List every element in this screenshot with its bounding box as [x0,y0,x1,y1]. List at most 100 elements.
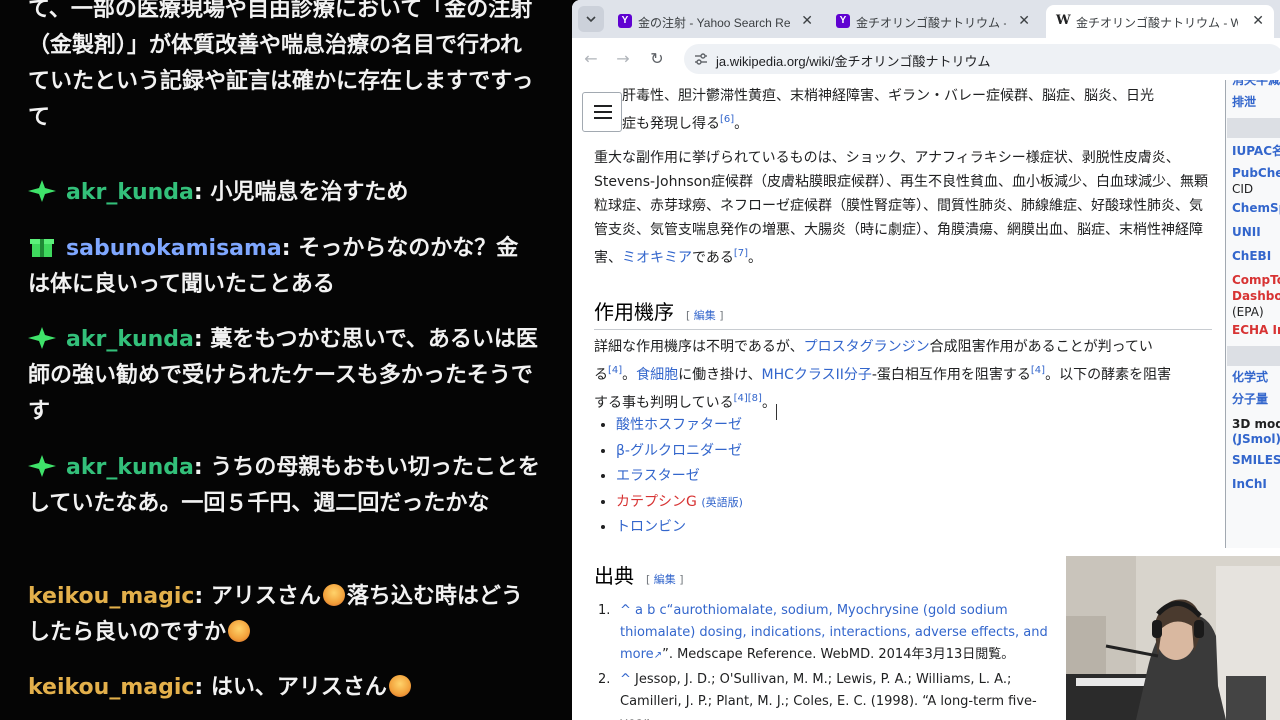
browser-toolbar: ← → ↻ ja.wikipedia.org/wiki/金チオリンゴ酸ナトリウム [572,38,1280,80]
infobox-label[interactable]: SMILES [1232,452,1280,468]
reference-backlink[interactable]: ^ a b c [620,603,667,618]
infobox-label[interactable]: IUPAC名 [1232,143,1280,159]
infobox-label[interactable]: 消失半減期 [1232,80,1280,88]
chat-message: て、一部の医療現場や自由診療において「金の注射（金製剤）」が体質改善や喘息治療の… [28,0,540,136]
crying-face-emoji-icon [322,584,345,606]
enzyme-link[interactable]: トロンビン [616,519,686,535]
list-item: 酸性ホスファターゼ [616,413,743,439]
chat-panel: て、一部の医療現場や自由診療において「金の注射（金製剤）」が体質改善や喘息治療の… [0,0,572,720]
infobox-divider [1227,346,1280,366]
chat-message-text: 小児喘息を治すため [202,180,409,205]
close-tab-icon[interactable]: ✕ [801,12,813,29]
citation-link[interactable]: [4] [1031,365,1045,376]
link-myokymia[interactable]: ミオキミア [622,250,692,266]
forward-arrow-icon[interactable]: → [612,48,634,70]
chat-username[interactable]: akr_kunda [66,327,194,352]
chat-separator: : [193,455,203,480]
heading-text: 作用機序 [594,300,674,324]
close-tab-icon[interactable]: ✕ [1252,12,1264,29]
edit-section-link[interactable]: 編集 [654,573,676,586]
chat-username[interactable]: keikou_magic [28,584,194,609]
text: -蛋白相互作用を阻害する [871,367,1031,383]
infobox-label[interactable]: 化学式 [1232,369,1268,385]
chat-username[interactable]: akr_kunda [66,455,194,480]
infobox-label[interactable]: ChEBI [1232,248,1271,264]
list-item: トロンビン [616,515,743,541]
reference-backlink[interactable]: ^ [620,672,631,687]
enzyme-link[interactable]: エラスターゼ [616,468,700,484]
infobox-label[interactable]: InChI [1232,476,1267,492]
section-heading-references: 出典[ 編集 ] [594,564,684,588]
chat-message: keikou_magic: アリスさん 落ち込む時はどうしたら良いのですか [28,579,540,651]
chat-username[interactable]: keikou_magic [28,675,194,700]
list-item: エラスターゼ [616,464,743,490]
address-bar[interactable]: ja.wikipedia.org/wiki/金チオリンゴ酸ナトリウム [684,44,1280,74]
webcam-overlay [1066,556,1280,720]
list-item: カテプシンG (英語版) [616,490,743,516]
sparkle-badge-icon [28,180,56,202]
infobox-divider [1227,118,1280,138]
reference-text: ”. Medscape Reference. WebMD. 2014年3月13日… [662,647,1015,662]
enzyme-link[interactable]: 酸性ホスファターゼ [616,417,742,433]
reference-item: 1. ^ a b c“aurothiomalate, sodium, Myochr… [598,603,1048,662]
tab-strip: Y 金の注射 - Yahoo Search Result ✕ Y 金チオリンゴ酸… [572,0,1280,38]
chat-message-text: て、一部の医療現場や自由診療において「金の注射（金製剤）」が体質改善や喘息治療の… [28,0,534,130]
reload-icon[interactable]: ↻ [646,48,668,70]
text: る [594,367,608,383]
link-phagocyte[interactable]: 食細胞 [636,367,678,383]
infobox: 消失半減期 排泄 IUPAC名 PubChem CID ChemSpider U… [1225,80,1280,548]
infobox-label[interactable]: ChemSpider [1232,200,1280,216]
infobox-label[interactable]: PubChem [1232,165,1280,181]
infobox-label: CID [1232,182,1254,196]
text: 重大な副作用に挙げられているものは、ショック、アナフィラキシー様症状、剥脱性皮膚… [594,150,1209,266]
infobox-label[interactable]: UNII [1232,224,1261,240]
paragraph-mechanism: 詳細な作用機序は不明であるが、プロスタグランジン合成阻害作用があることが判ってい… [594,339,1172,411]
chat-message: akr_kunda: 藁をもつかむ思いで、あるいは医師の強い勧めで受けられたケー… [28,322,540,430]
text: 肝毒性、胆汁鬱滞性黄疸、末梢神経障害、ギラン・バレー症候群、脳症、脳炎、日光 [622,88,1154,104]
sparkle-badge-icon [28,327,56,349]
table-of-contents-button[interactable] [582,92,622,132]
text: 詳細な作用機序は不明であるが、 [594,339,804,355]
link-prostaglandin[interactable]: プロスタグランジン [804,339,930,355]
paragraph-serious-side-effects: 重大な副作用に挙げられているものは、ショック、アナフィラキシー様症状、剥脱性皮膚… [594,150,1209,266]
edit-section-link[interactable]: 編集 [694,309,716,322]
paragraph-side-effects-end: 肝毒性、胆汁鬱滞性黄疸、末梢神経障害、ギラン・バレー症候群、脳症、脳炎、日光 症… [622,88,1154,132]
reference-list: 1. ^ a b c“aurothiomalate, sodium, Myochr… [598,600,1050,720]
enzyme-link[interactable]: カテプシンG [616,494,697,510]
tab-yahoo-search[interactable]: Y 金の注射 - Yahoo Search Result ✕ [608,5,823,38]
citation-link[interactable]: [6] [720,114,734,125]
tab-title: 金チオリンゴ酸ナトリウム - Yahoo S [856,16,1006,30]
tab-wikipedia[interactable]: W 金チオリンゴ酸ナトリウム - Wikipe ✕ [1046,5,1274,38]
yahoo-favicon-icon: Y [836,14,850,28]
citation-link[interactable]: [4][8] [734,393,762,404]
tab-search-button[interactable] [578,6,604,32]
chat-username[interactable]: sabunokamisama [66,236,282,261]
chevron-down-icon [586,16,596,23]
chat-message: keikou_magic: はい、アリスさん [28,670,540,706]
site-settings-icon[interactable] [694,52,708,66]
text: 合成阻害作用があることが判ってい [929,339,1153,355]
infobox-label[interactable]: 排泄 [1232,94,1256,110]
chat-username[interactable]: akr_kunda [66,180,194,205]
english-version-link[interactable]: (英語版) [701,496,743,509]
list-item: β-グルクロニダーゼ [616,439,743,465]
infobox-label[interactable]: Dashboard [1232,288,1280,304]
infobox-label[interactable]: CompTox [1232,272,1280,288]
chat-message-text: はい、アリスさん [203,675,387,700]
citation-link[interactable]: [4] [608,365,622,376]
infobox-label[interactable]: 分子量 [1232,391,1268,407]
close-tab-icon[interactable]: ✕ [1018,12,1030,29]
external-link-icon: ↗ [653,650,663,661]
infobox-label[interactable]: ECHA InfoCard [1232,322,1280,338]
text: である [692,250,734,266]
infobox-label: 3D model [1232,417,1280,431]
citation-link[interactable]: [7] [734,248,748,259]
section-heading-mechanism: 作用機序[ 編集 ] [594,296,1212,330]
reference-item: 2. ^ Jessop, J. D.; O'Sullivan, M. M.; Le… [598,669,1050,720]
tab-yahoo-sodium[interactable]: Y 金チオリンゴ酸ナトリウム - Yahoo S ✕ [826,5,1040,38]
enzyme-link[interactable]: β-グルクロニダーゼ [616,443,742,459]
link-mhc-class-ii[interactable]: MHCクラスII分子 [761,367,871,383]
text: する事も判明している [594,395,734,411]
infobox-label[interactable]: (JSmol) [1232,431,1280,447]
back-arrow-icon[interactable]: ← [580,48,602,70]
